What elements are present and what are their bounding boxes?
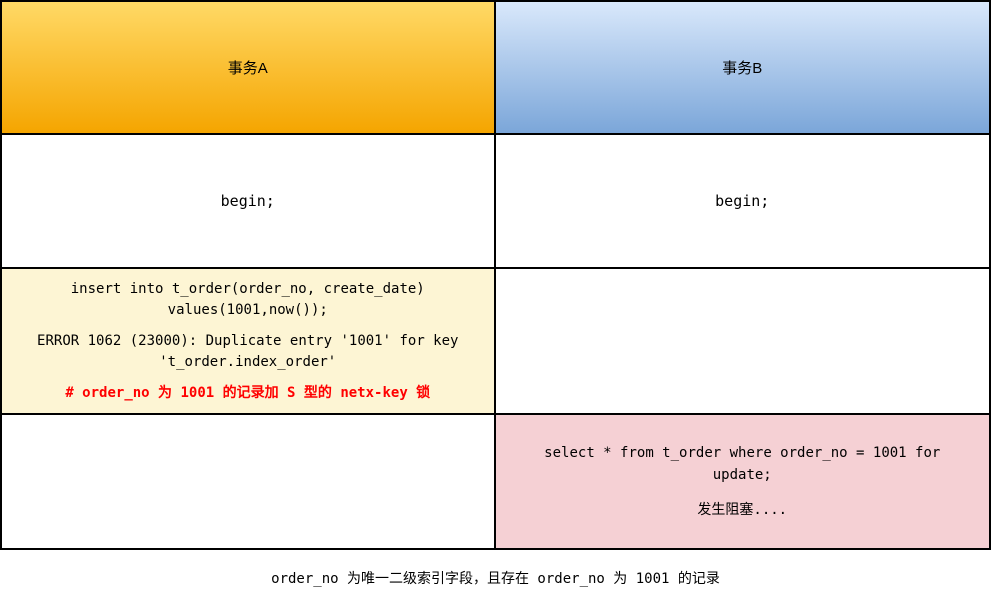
header-transaction-a: 事务A: [2, 2, 496, 135]
begin-a-text: begin;: [221, 192, 275, 210]
insert-comment: # order_no 为 1001 的记录加 S 型的 netx-key 锁: [65, 383, 430, 404]
select-line2: update;: [713, 464, 772, 486]
insert-error2: 't_order.index_order': [159, 352, 336, 373]
insert-row: insert into t_order(order_no, create_dat…: [2, 269, 989, 415]
caption-text: order_no 为唯一二级索引字段，且存在 order_no 为 1001 的…: [0, 568, 991, 588]
select-row: select * from t_order where order_no = 1…: [2, 415, 989, 548]
header-a-label: 事务A: [228, 57, 268, 78]
begin-b-text: begin;: [715, 192, 769, 210]
header-transaction-b: 事务B: [496, 2, 990, 135]
insert-line1: insert into t_order(order_no, create_dat…: [71, 279, 425, 300]
begin-row: begin; begin;: [2, 135, 989, 269]
begin-cell-a: begin;: [2, 135, 496, 269]
insert-cell-a: insert into t_order(order_no, create_dat…: [2, 269, 496, 415]
header-row: 事务A 事务B: [2, 2, 989, 135]
insert-error1: ERROR 1062 (23000): Duplicate entry '100…: [37, 331, 458, 352]
select-cell-b: select * from t_order where order_no = 1…: [496, 415, 990, 548]
select-block: 发生阻塞....: [697, 499, 787, 521]
begin-cell-b: begin;: [496, 135, 990, 269]
header-b-label: 事务B: [722, 57, 762, 78]
select-cell-a: [2, 415, 496, 548]
insert-line2: values(1001,now());: [168, 300, 328, 321]
insert-cell-b: [496, 269, 990, 415]
transaction-table: 事务A 事务B begin; begin; insert into t_orde…: [0, 0, 991, 550]
select-line1: select * from t_order where order_no = 1…: [544, 442, 940, 464]
